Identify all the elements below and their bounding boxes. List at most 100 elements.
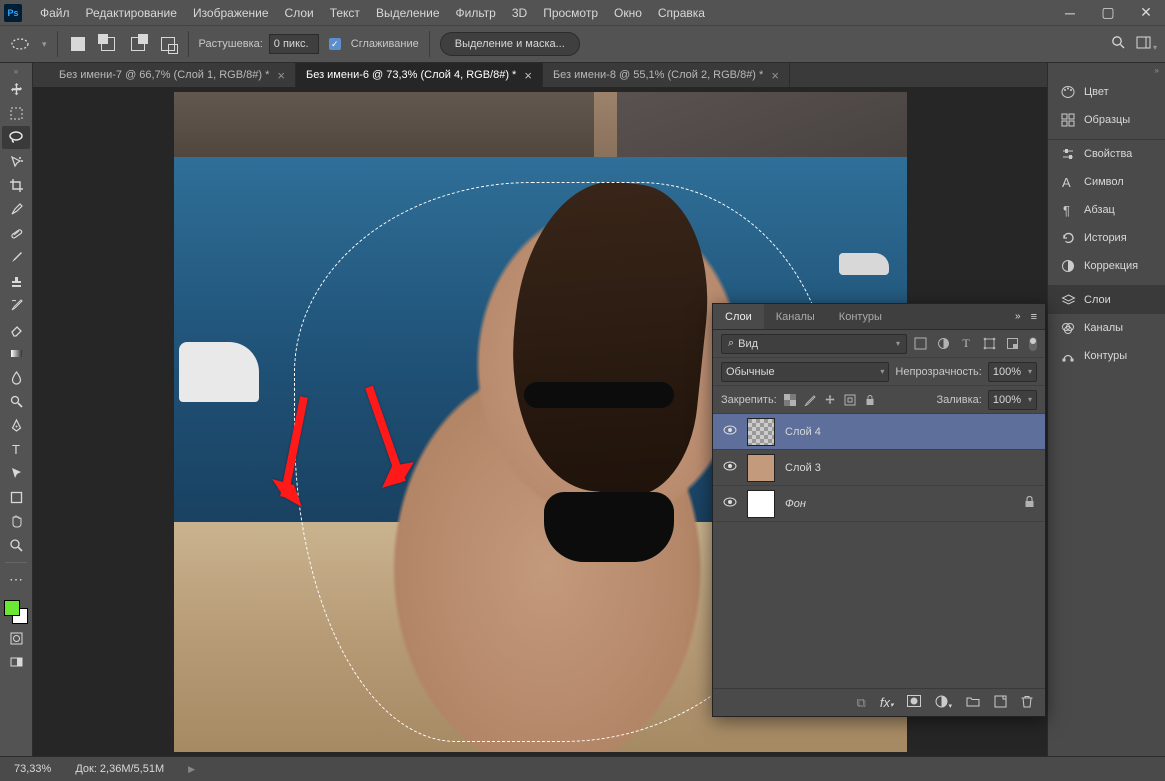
link-layers-icon[interactable]: ⧉ (857, 695, 866, 711)
close-button[interactable]: ✕ (1127, 0, 1165, 25)
panel-tab-paths[interactable]: Контуры (827, 304, 894, 329)
tool-dodge[interactable] (2, 390, 30, 413)
panel-button-Коррекция[interactable]: Коррекция (1048, 252, 1165, 280)
tool-blur[interactable] (2, 366, 30, 389)
select-and-mask-button[interactable]: Выделение и маска... (440, 32, 580, 56)
workspace-switcher-icon[interactable]: ▾ (1136, 35, 1157, 53)
tool-brush[interactable] (2, 246, 30, 269)
layer-thumbnail[interactable] (747, 454, 775, 482)
tool-zoom[interactable] (2, 534, 30, 557)
close-tab-icon[interactable]: × (524, 68, 532, 83)
tool-quick-select[interactable] (2, 150, 30, 173)
lock-pixels-icon[interactable] (803, 393, 817, 407)
tool-shape[interactable] (2, 486, 30, 509)
subtract-selection-icon[interactable] (128, 34, 148, 54)
quickmask-icon[interactable] (2, 627, 30, 650)
layer-visibility-icon[interactable] (723, 425, 737, 438)
intersect-selection-icon[interactable] (158, 34, 178, 54)
tool-path-select[interactable] (2, 462, 30, 485)
tool-gradient[interactable] (2, 342, 30, 365)
tool-crop[interactable] (2, 174, 30, 197)
panel-button-Свойства[interactable]: Свойства (1048, 140, 1165, 168)
panel-tab-layers[interactable]: Слои (713, 304, 764, 329)
layer-name[interactable]: Слой 4 (785, 426, 821, 438)
layer-item[interactable]: Фон (713, 486, 1045, 522)
panel-button-Цвет[interactable]: Цвет (1048, 78, 1165, 106)
zoom-level[interactable]: 73,33% (14, 763, 51, 775)
tool-lasso[interactable] (2, 126, 30, 149)
document-tab[interactable]: Без имени-8 @ 55,1% (Слой 2, RGB/8#) *× (543, 63, 790, 87)
menu-изображение[interactable]: Изображение (185, 6, 277, 20)
tool-type[interactable]: T (2, 438, 30, 461)
layer-visibility-icon[interactable] (723, 461, 737, 474)
tool-eraser[interactable] (2, 318, 30, 341)
menu-3d[interactable]: 3D (504, 6, 535, 20)
lock-artboard-icon[interactable] (843, 393, 857, 407)
toolbox-collapse-icon[interactable]: » (2, 67, 30, 77)
document-info-chevron-icon[interactable]: ▶ (188, 764, 195, 775)
panel-button-История[interactable]: История (1048, 224, 1165, 252)
menu-текст[interactable]: Текст (322, 6, 368, 20)
filter-adjust-icon[interactable] (936, 337, 950, 351)
search-icon[interactable] (1111, 35, 1126, 53)
filter-type-icon[interactable]: T (959, 337, 973, 351)
menu-справка[interactable]: Справка (650, 6, 713, 20)
layer-fx-icon[interactable]: fx▾ (880, 695, 894, 710)
screenmode-icon[interactable] (2, 651, 30, 674)
layer-name[interactable]: Фон (785, 498, 806, 510)
lock-all-icon[interactable] (863, 393, 877, 407)
maximize-button[interactable]: ▢ (1089, 0, 1127, 25)
filter-toggle[interactable] (1029, 337, 1037, 351)
layer-thumbnail[interactable] (747, 418, 775, 446)
filter-shape-icon[interactable] (982, 337, 996, 351)
color-swatches[interactable] (2, 598, 30, 626)
new-layer-icon[interactable] (994, 695, 1007, 711)
panel-menu-icon[interactable]: ≡ (1031, 311, 1037, 323)
panel-collapse-icon[interactable]: » (1048, 66, 1165, 78)
current-tool-icon[interactable] (8, 32, 32, 56)
menu-окно[interactable]: Окно (606, 6, 650, 20)
filter-smart-icon[interactable] (1005, 337, 1019, 351)
tool-eyedropper[interactable] (2, 198, 30, 221)
delete-layer-icon[interactable] (1021, 695, 1033, 711)
adjustment-layer-icon[interactable]: ▾ (935, 695, 952, 711)
menu-файл[interactable]: Файл (32, 6, 78, 20)
tool-history-brush[interactable] (2, 294, 30, 317)
document-info[interactable]: Док: 2,36M/5,51M (75, 763, 164, 775)
lock-position-icon[interactable] (823, 393, 837, 407)
foreground-color-swatch[interactable] (4, 600, 20, 616)
panel-button-Каналы[interactable]: Каналы (1048, 314, 1165, 342)
tool-stamp[interactable] (2, 270, 30, 293)
antialias-checkbox[interactable]: ✓ (329, 38, 341, 50)
menu-редактирование[interactable]: Редактирование (78, 6, 185, 20)
close-tab-icon[interactable]: × (771, 68, 779, 83)
filter-pixel-icon[interactable] (913, 337, 927, 351)
panel-collapse-icon[interactable]: » (1015, 311, 1021, 323)
menu-слои[interactable]: Слои (277, 6, 322, 20)
lock-transparency-icon[interactable] (783, 393, 797, 407)
minimize-button[interactable]: ─ (1051, 0, 1089, 25)
tool-pen[interactable] (2, 414, 30, 437)
new-selection-icon[interactable] (68, 34, 88, 54)
layer-visibility-icon[interactable] (723, 497, 737, 510)
document-tab[interactable]: Без имени-7 @ 66,7% (Слой 1, RGB/8#) *× (49, 63, 296, 87)
layer-item[interactable]: Слой 4 (713, 414, 1045, 450)
tool-hand[interactable] (2, 510, 30, 533)
layer-filter-input[interactable] (738, 338, 892, 350)
panel-button-Контуры[interactable]: Контуры (1048, 342, 1165, 370)
tool-marquee[interactable] (2, 102, 30, 125)
tool-move[interactable] (2, 78, 30, 101)
tool-healing[interactable] (2, 222, 30, 245)
feather-input[interactable] (269, 34, 319, 54)
layer-item[interactable]: Слой 3 (713, 450, 1045, 486)
panel-button-Образцы[interactable]: Образцы (1048, 106, 1165, 134)
opacity-dropdown[interactable]: 100%▾ (988, 362, 1037, 382)
panel-button-Абзац[interactable]: ¶Абзац (1048, 196, 1165, 224)
menu-фильтр[interactable]: Фильтр (448, 6, 504, 20)
new-group-icon[interactable] (966, 695, 980, 710)
panel-tab-channels[interactable]: Каналы (764, 304, 827, 329)
document-tab[interactable]: Без имени-6 @ 73,3% (Слой 4, RGB/8#) *× (296, 63, 543, 87)
layer-filter-dropdown[interactable]: ⌕ ▾ (721, 334, 907, 354)
layer-mask-icon[interactable] (907, 695, 921, 710)
close-tab-icon[interactable]: × (277, 68, 285, 83)
